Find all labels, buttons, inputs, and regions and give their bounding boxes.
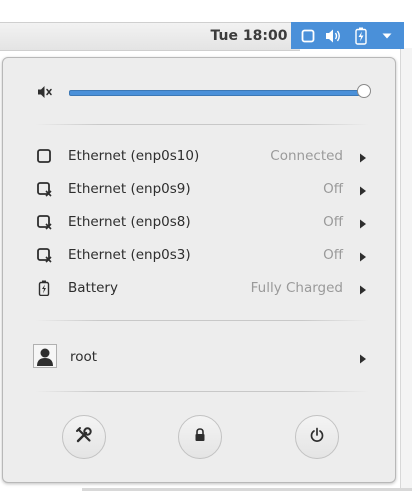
submenu-arrow-icon [359,352,367,364]
clock[interactable]: Tue 18:00 [208,24,290,48]
lock-icon [193,427,207,447]
system-status-indicator[interactable] [291,22,404,49]
user-name: root [70,349,98,365]
volume-muted-icon[interactable] [36,83,54,101]
volume-slider[interactable] [69,90,366,96]
submenu-arrow-icon [359,250,367,262]
network-wired-icon [36,148,52,164]
network-wired-icon [299,27,317,45]
submenu-arrow-icon [359,283,367,295]
user-item[interactable]: root [3,342,397,372]
network-item-status: Off [323,214,343,230]
submenu-arrow-icon [359,217,367,229]
network-wired-disconnected-icon [36,181,52,197]
network-item-label: Ethernet (enp0s10) [68,148,200,164]
network-item-enp0s9[interactable]: Ethernet (enp0s9) Off [3,174,397,204]
network-item-label: Ethernet (enp0s9) [68,181,191,197]
battery-charged-icon [36,280,52,297]
separator [35,124,369,125]
network-item-status: Connected [270,148,343,164]
power-button[interactable] [295,415,339,459]
network-item-status: Off [323,247,343,263]
submenu-arrow-icon [359,184,367,196]
battery-status: Fully Charged [250,280,343,296]
lock-button[interactable] [178,415,222,459]
dropdown-arrow-icon [378,27,396,45]
battery-label: Battery [68,280,118,296]
volume-slider-handle[interactable] [357,84,371,98]
network-item-label: Ethernet (enp0s3) [68,247,191,263]
separator [35,320,369,321]
network-item-status: Off [323,181,343,197]
network-item-enp0s8[interactable]: Ethernet (enp0s8) Off [3,207,397,237]
settings-tools-icon [75,426,93,448]
avatar-icon [33,344,57,368]
network-wired-disconnected-icon [36,214,52,230]
network-item-enp0s3[interactable]: Ethernet (enp0s3) Off [3,240,397,270]
power-icon [309,427,325,447]
battery-charged-icon [352,27,370,45]
battery-item[interactable]: Battery Fully Charged [3,273,397,303]
submenu-arrow-icon [359,151,367,163]
volume-row [3,82,397,102]
network-wired-disconnected-icon [36,247,52,263]
separator [35,391,369,392]
network-item-enp0s10[interactable]: Ethernet (enp0s10) Connected [3,141,397,171]
network-item-label: Ethernet (enp0s8) [68,214,191,230]
settings-button[interactable] [62,415,106,459]
volume-icon [325,27,343,45]
system-menu-panel: Ethernet (enp0s10) Connected Ethernet (e… [2,57,396,483]
background-scrollbar-area [400,48,412,491]
